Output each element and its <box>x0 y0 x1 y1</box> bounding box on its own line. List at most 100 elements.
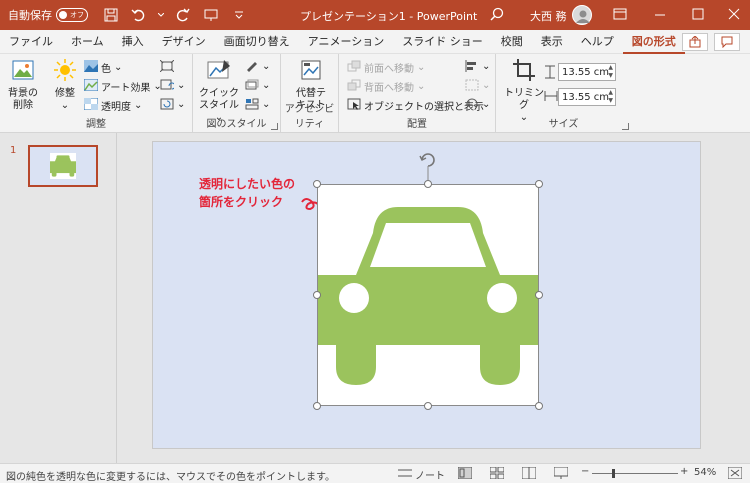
group-styles-label: 図のスタイル <box>206 119 267 130</box>
status-bar: 図の純色を透明な色に変更するには、マウスでその色をポイントします。 ノート − … <box>0 463 750 483</box>
slideshow-icon[interactable] <box>554 467 568 479</box>
color-button[interactable]: 色 ⌄ <box>84 60 122 75</box>
height-field[interactable]: 13.55 cm ▲ ▼ <box>558 63 616 81</box>
selection-pane-button[interactable]: オブジェクトの選択と表示 <box>347 98 484 113</box>
tab-view[interactable]: 表示 <box>532 30 572 54</box>
search-icon[interactable] <box>490 7 504 24</box>
tab-insert[interactable]: 挿入 <box>113 30 153 54</box>
artistic-effects-button[interactable]: アート効果 ⌄ <box>83 78 162 94</box>
slide-thumbnail[interactable] <box>28 145 98 187</box>
reset-picture-icon[interactable]: ⌄ <box>160 98 185 110</box>
resize-handle-bottom-left[interactable] <box>313 402 321 410</box>
send-backward-button[interactable]: 背面へ移動 ⌄ <box>347 79 425 94</box>
minimize-icon[interactable] <box>652 6 668 25</box>
group-size: トリミング ⌄ 13.55 cm ▲ ▼ 13.55 cm ▲ ▼ サイズ <box>496 54 631 133</box>
resize-handle-top[interactable] <box>424 180 432 188</box>
transparency-button[interactable]: 透明度 ⌄ <box>83 97 142 113</box>
zoom-in-button[interactable]: + <box>680 466 688 477</box>
bring-forward-icon <box>347 60 361 75</box>
height-value: 13.55 cm <box>562 66 610 78</box>
group-adjust: 背景の 削除 修整 ⌄ 色 ⌄ アート効果 ⌄ 透明度 ⌄ ⌄ ⌄ 調整 <box>0 54 193 133</box>
ribbon-display-options-icon[interactable] <box>612 6 628 25</box>
autosave[interactable]: 自動保存 オフ <box>8 7 88 23</box>
document-title: プレゼンテーション1 - PowerPoint <box>300 10 478 23</box>
undo-icon[interactable] <box>130 6 148 24</box>
thumbnail-picture <box>50 153 76 179</box>
notes-label: ノート <box>415 471 445 482</box>
picture-effects-icon[interactable]: ⌄ <box>245 79 270 91</box>
group-arrange: 前面へ移動 ⌄ 背面へ移動 ⌄ オブジェクトの選択と表示 ⌄ ⌄ ⌄ 配置 <box>339 54 496 133</box>
fit-slide-icon[interactable] <box>728 467 742 479</box>
styles-dialog-launcher-icon[interactable] <box>271 123 278 130</box>
group-objects-icon[interactable]: ⌄ <box>465 79 490 91</box>
rotate-handle-icon[interactable] <box>418 150 438 180</box>
zoom-slider[interactable] <box>592 473 678 474</box>
crop-icon <box>504 58 544 86</box>
slide-canvas[interactable]: 透明にしたい色の 箇所をクリック <box>152 141 701 449</box>
zoom-level[interactable]: 54% <box>694 467 716 478</box>
resize-handle-right[interactable] <box>535 291 543 299</box>
close-icon[interactable] <box>726 6 742 25</box>
selection-frame <box>317 184 539 406</box>
zoom-slider-thumb[interactable] <box>612 469 615 478</box>
compress-pictures-icon[interactable] <box>160 60 174 72</box>
align-icon[interactable]: ⌄ <box>465 60 490 72</box>
remove-background-label-1: 背景の <box>8 88 38 99</box>
width-icon <box>544 90 558 105</box>
resize-handle-bottom-right[interactable] <box>535 402 543 410</box>
ribbon: 背景の 削除 修整 ⌄ 色 ⌄ アート効果 ⌄ 透明度 ⌄ ⌄ ⌄ 調整 クイック ス <box>0 54 750 133</box>
normal-view-icon[interactable] <box>458 467 472 479</box>
avatar[interactable] <box>572 5 592 25</box>
send-backward-label: 背面へ移動 <box>364 83 414 94</box>
change-picture-icon[interactable]: ⌄ <box>160 79 185 91</box>
transparency-icon <box>83 97 99 113</box>
group-size-label: サイズ <box>548 119 579 130</box>
resize-handle-bottom[interactable] <box>424 402 432 410</box>
size-dialog-launcher-icon[interactable] <box>622 123 629 130</box>
undo-dropdown-icon[interactable] <box>158 6 164 24</box>
corrections-button[interactable]: 修整 ⌄ <box>50 58 80 112</box>
tab-help[interactable]: ヘルプ <box>572 30 623 54</box>
artistic-effects-label: アート効果 <box>101 83 151 94</box>
slide-number: 1 <box>10 145 17 156</box>
customize-qat-icon[interactable] <box>230 6 248 24</box>
maximize-icon[interactable] <box>690 6 706 25</box>
user-name[interactable]: 大西 務 <box>530 8 567 24</box>
start-from-beginning-icon[interactable] <box>202 6 220 24</box>
bring-forward-label: 前面へ移動 <box>364 64 414 75</box>
resize-handle-top-left[interactable] <box>313 180 321 188</box>
ribbon-tabs: ファイル ホーム 挿入 デザイン 画面切り替え アニメーション スライド ショー… <box>0 30 750 54</box>
tab-design[interactable]: デザイン <box>153 30 215 54</box>
tab-home[interactable]: ホーム <box>62 30 113 54</box>
chevron-down-icon: ⌄ <box>60 100 70 111</box>
tab-transitions[interactable]: 画面切り替え <box>215 30 299 54</box>
width-spinner[interactable]: ▲ ▼ <box>608 89 613 105</box>
notes-button[interactable]: ノート <box>398 467 445 482</box>
tab-animations[interactable]: アニメーション <box>299 30 394 54</box>
artistic-effects-icon <box>83 78 99 94</box>
resize-handle-left[interactable] <box>313 291 321 299</box>
zoom-out-button[interactable]: − <box>581 466 589 477</box>
save-icon[interactable] <box>102 6 120 24</box>
rotate-icon[interactable]: ⌄ <box>465 98 490 110</box>
picture-border-icon[interactable]: ⌄ <box>245 60 270 72</box>
share-button[interactable] <box>682 33 708 51</box>
resize-handle-top-right[interactable] <box>535 180 543 188</box>
tab-review[interactable]: 校閲 <box>492 30 532 54</box>
quick-styles-label-1: クイック <box>199 88 239 99</box>
redo-icon[interactable] <box>174 6 192 24</box>
comments-button[interactable] <box>714 33 740 51</box>
tab-picture-format[interactable]: 図の形式 <box>622 30 685 54</box>
autosave-toggle[interactable]: オフ <box>56 8 88 22</box>
bring-forward-button[interactable]: 前面へ移動 ⌄ <box>347 60 425 75</box>
reading-view-icon[interactable] <box>522 467 536 479</box>
width-field[interactable]: 13.55 cm ▲ ▼ <box>558 88 616 106</box>
remove-background-button[interactable]: 背景の 削除 <box>6 58 40 112</box>
tab-slideshow[interactable]: スライド ショー <box>393 30 492 54</box>
remove-background-icon <box>6 58 40 86</box>
tab-file[interactable]: ファイル <box>0 30 62 54</box>
height-spinner[interactable]: ▲ ▼ <box>608 64 613 80</box>
slide-sorter-icon[interactable] <box>490 467 504 479</box>
picture-layout-icon[interactable]: ⌄ <box>245 98 270 110</box>
slide-editing-area: 透明にしたい色の 箇所をクリック <box>118 133 750 463</box>
